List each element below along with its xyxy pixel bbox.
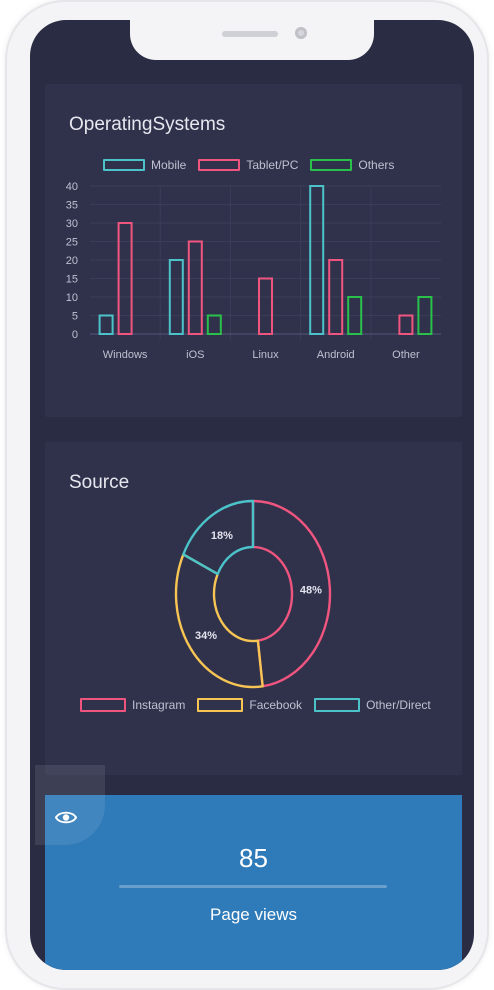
phone-screen: OperatingSystems Mobile Tablet/PC Others… — [30, 20, 474, 970]
x-tick-label: Windows — [103, 349, 148, 361]
os-legend: Mobile Tablet/PC Others — [103, 158, 394, 172]
y-tick-label: 30 — [66, 218, 78, 230]
y-tick-label: 10 — [66, 292, 78, 304]
legend-item-others[interactable]: Others — [310, 158, 394, 172]
y-tick-label: 5 — [72, 311, 78, 323]
os-card-title: OperatingSystems — [69, 114, 226, 135]
legend-label-mobile: Mobile — [151, 158, 187, 172]
legend-swatch-tablet — [198, 159, 241, 171]
legend-swatch-others — [310, 159, 353, 171]
legend-swatch-other-direct — [314, 698, 361, 712]
page-views-bar — [119, 885, 387, 888]
phone-notch — [130, 20, 374, 60]
bar[interactable] — [98, 314, 114, 335]
page-views-label: Page views — [210, 905, 297, 924]
x-tick-label: Other — [392, 349, 420, 361]
legend-item-instagram[interactable]: Instagram — [80, 698, 185, 712]
os-card: OperatingSystems Mobile Tablet/PC Others… — [45, 84, 462, 417]
legend-label-instagram: Instagram — [132, 698, 186, 712]
page-views-value: 85 — [239, 843, 268, 873]
y-tick-label: 20 — [66, 255, 78, 267]
source-legend: Instagram Facebook Other/Direct — [80, 698, 431, 712]
page-views-card[interactable]: 85 Page views — [35, 765, 462, 970]
y-tick-label: 0 — [72, 329, 78, 341]
legend-label-tablet: Tablet/PC — [246, 158, 299, 172]
source-donut-chart: 48% 34% 18% — [174, 499, 332, 689]
donut-slice[interactable] — [174, 553, 264, 689]
y-tick-label: 25 — [66, 237, 78, 249]
legend-swatch-facebook — [197, 698, 244, 712]
slice-value-label: 34% — [195, 630, 217, 642]
legend-label-other-direct: Other/Direct — [366, 698, 431, 712]
bar[interactable] — [206, 314, 222, 335]
source-card-title: Source — [69, 472, 130, 493]
y-tick-label: 35 — [66, 200, 78, 212]
phone-frame: OperatingSystems Mobile Tablet/PC Others… — [5, 0, 489, 990]
legend-item-other-direct[interactable]: Other/Direct — [314, 698, 431, 712]
x-tick-label: iOS — [186, 349, 204, 361]
bar[interactable] — [398, 314, 414, 335]
speaker-grille — [222, 31, 278, 37]
slice-value-label: 18% — [211, 530, 233, 542]
x-tick-label: Linux — [252, 349, 279, 361]
bar[interactable] — [258, 277, 273, 335]
y-tick-label: 40 — [66, 181, 78, 193]
eye-icon — [55, 811, 77, 824]
bar[interactable] — [187, 240, 203, 335]
y-tick-label: 15 — [66, 274, 78, 286]
front-camera — [295, 27, 307, 39]
legend-swatch-mobile — [103, 159, 145, 171]
os-bar-chart: 0 5 10 15 20 25 30 35 40 Windows iOS Linux Android Ot… — [66, 181, 441, 361]
x-tick-label: Android — [317, 349, 355, 361]
legend-item-tablet[interactable]: Tablet/PC — [198, 158, 298, 172]
slice-value-label: 48% — [300, 585, 322, 597]
legend-label-others: Others — [358, 158, 395, 172]
legend-item-mobile[interactable]: Mobile — [103, 158, 186, 172]
source-card: Source 48% 34% 18% Instagram Facebook Othe… — [45, 442, 462, 775]
legend-label-facebook: Facebook — [249, 698, 303, 712]
eye-icon-badge — [35, 765, 105, 845]
legend-item-facebook[interactable]: Facebook — [197, 698, 302, 712]
legend-swatch-instagram — [80, 698, 126, 712]
